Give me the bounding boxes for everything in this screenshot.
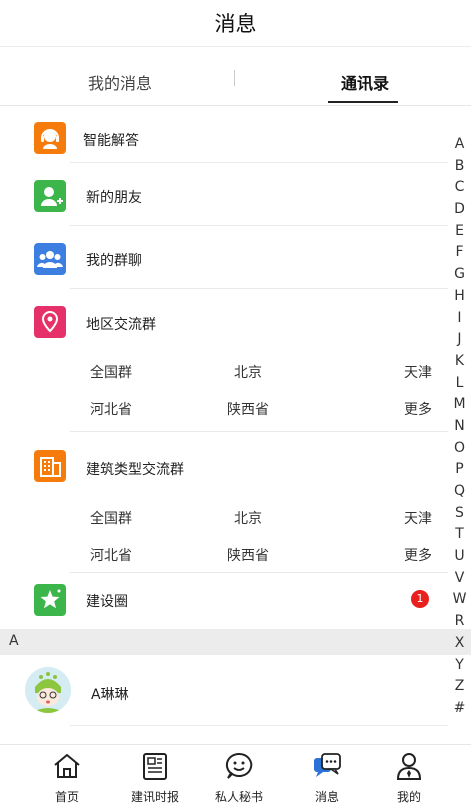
home-icon <box>54 753 80 778</box>
nav-secretary-label: 私人秘书 <box>214 790 263 804</box>
alphabet-letter[interactable]: P <box>448 459 471 481</box>
alphabet-letter[interactable]: S <box>448 503 471 525</box>
section-letter: A <box>9 633 19 649</box>
avatar <box>25 667 71 713</box>
alphabet-letter[interactable]: B <box>448 156 471 178</box>
alphabet-letter[interactable]: W <box>448 589 471 611</box>
list-item-smart-answer[interactable]: 智能解答 <box>0 106 448 162</box>
new-friends-label: 新的朋友 <box>86 190 142 206</box>
regional-shaanxi[interactable]: 陕西省 <box>227 399 269 419</box>
nav-news-label: 建讯时报 <box>130 790 179 804</box>
nav-messages[interactable]: 消息 <box>280 745 374 809</box>
alphabet-letter[interactable]: K <box>448 351 471 373</box>
alphabet-letter[interactable]: G <box>448 264 471 286</box>
building-icon <box>34 450 66 482</box>
header-bar: 消息 <box>0 0 471 47</box>
location-pin-icon <box>34 306 66 338</box>
headset-icon <box>34 122 66 154</box>
building-shaanxi[interactable]: 陕西省 <box>227 545 269 565</box>
building-beijing[interactable]: 北京 <box>234 508 262 528</box>
tab-contacts[interactable]: 通讯录 <box>300 70 430 94</box>
add-friend-icon <box>34 180 66 212</box>
nav-secretary[interactable]: 私人秘书 <box>192 745 286 809</box>
building-more[interactable]: 更多 <box>404 545 432 565</box>
star-icon <box>34 584 66 616</box>
nav-messages-label: 消息 <box>314 790 339 804</box>
alphabet-letter[interactable]: V <box>448 568 471 590</box>
alphabet-letter[interactable]: E <box>448 221 471 243</box>
alphabet-letter[interactable]: H <box>448 286 471 308</box>
construction-circle-label: 建设圈 <box>86 594 128 610</box>
list-item-my-groups[interactable]: 我的群聊 <box>0 226 448 288</box>
smile-icon <box>225 752 253 779</box>
alphabet-letter[interactable]: M <box>448 394 471 416</box>
regional-group-label[interactable]: 地区交流群 <box>86 314 156 334</box>
list-item-new-friends[interactable]: 新的朋友 <box>0 163 448 225</box>
user-icon <box>396 753 422 780</box>
tab-divider <box>234 70 235 86</box>
alphabet-letter[interactable]: # <box>448 698 471 720</box>
my-groups-label: 我的群聊 <box>86 253 142 269</box>
alphabet-letter[interactable]: A <box>448 134 471 156</box>
building-hebei[interactable]: 河北省 <box>90 545 132 565</box>
alphabet-letter[interactable]: Q <box>448 481 471 503</box>
list-item-building-group: 建筑类型交流群 全国群 北京 天津 河北省 陕西省 更多 <box>0 432 448 572</box>
news-icon <box>143 753 167 780</box>
alphabet-letter[interactable]: Z <box>448 676 471 698</box>
alphabet-index[interactable]: A B C D E F G H I J K L M N O P Q S T U V W R X Y Z # <box>448 134 471 720</box>
group-icon <box>34 243 66 275</box>
alphabet-letter[interactable]: J <box>448 329 471 351</box>
alphabet-letter[interactable]: N <box>448 416 471 438</box>
alphabet-letter[interactable]: C <box>448 177 471 199</box>
building-tianjin[interactable]: 天津 <box>404 508 432 528</box>
building-nationwide-group[interactable]: 全国群 <box>90 508 132 528</box>
active-tab-indicator <box>328 101 398 103</box>
alphabet-letter[interactable]: U <box>448 546 471 568</box>
regional-hebei[interactable]: 河北省 <box>90 399 132 419</box>
nav-home-label: 首页 <box>54 790 79 804</box>
nav-news[interactable]: 建讯时报 <box>108 745 202 809</box>
section-header: A <box>0 629 471 655</box>
nav-profile-label: 我的 <box>396 790 421 804</box>
page-title: 消息 <box>214 12 257 36</box>
regional-tianjin[interactable]: 天津 <box>404 362 432 382</box>
alphabet-letter[interactable]: F <box>448 242 471 264</box>
bottom-nav: 首页 建讯时报 私人秘书 消息 我的 <box>0 744 471 809</box>
nav-profile[interactable]: 我的 <box>362 745 456 809</box>
alphabet-letter[interactable]: I <box>448 308 471 330</box>
alphabet-letter[interactable]: R <box>448 611 471 633</box>
regional-more[interactable]: 更多 <box>404 399 432 419</box>
unread-badge: 1 <box>411 590 429 608</box>
contact-name: A琳琳 <box>91 687 129 703</box>
alphabet-letter[interactable]: L <box>448 373 471 395</box>
smart-answer-label: 智能解答 <box>83 133 139 149</box>
nav-home[interactable]: 首页 <box>20 745 114 809</box>
tab-bar: 我的消息 通讯录 <box>0 48 471 106</box>
regional-nationwide-group[interactable]: 全国群 <box>90 362 132 382</box>
list-item-regional-group: 地区交流群 全国群 北京 天津 河北省 陕西省 更多 <box>0 289 448 431</box>
building-group-label[interactable]: 建筑类型交流群 <box>86 459 184 479</box>
regional-beijing[interactable]: 北京 <box>234 362 262 382</box>
alphabet-letter[interactable]: Y <box>448 655 471 677</box>
alphabet-letter[interactable]: O <box>448 438 471 460</box>
alphabet-letter[interactable]: X <box>448 633 471 655</box>
tab-my-messages[interactable]: 我的消息 <box>60 70 180 94</box>
alphabet-letter[interactable]: D <box>448 199 471 221</box>
message-icon <box>314 753 341 777</box>
alphabet-letter[interactable]: T <box>448 524 471 546</box>
divider <box>70 725 448 726</box>
list-item-construction-circle[interactable]: 建设圈 1 <box>0 573 448 629</box>
